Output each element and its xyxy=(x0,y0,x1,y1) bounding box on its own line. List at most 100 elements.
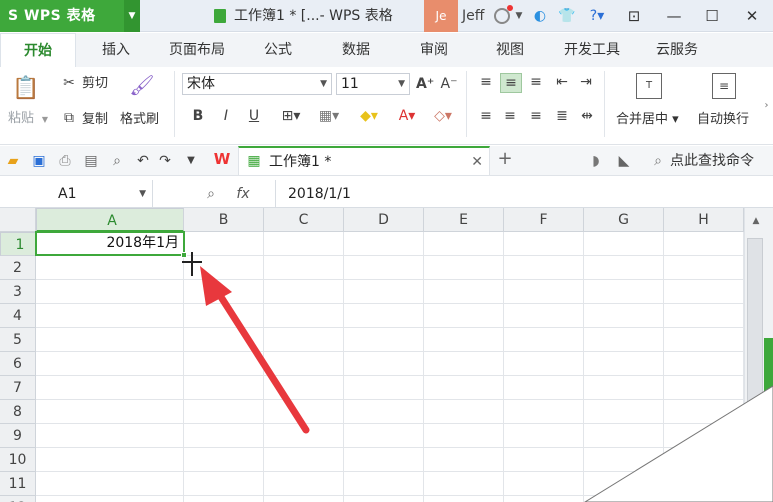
app-menu-button[interactable]: S WPS 表格 xyxy=(0,0,124,32)
format-painter-button[interactable]: 格式刷 xyxy=(120,112,159,128)
help-icon[interactable]: ?▾ xyxy=(584,0,610,32)
app-menu-dropdown-icon[interactable]: ▼ xyxy=(124,0,140,32)
fill-color-icon[interactable]: ◆▾ xyxy=(352,107,386,125)
align-right-icon[interactable]: ≡ xyxy=(526,107,546,125)
distributed-icon[interactable]: ⇹ xyxy=(576,107,598,125)
spreadsheet-grid[interactable]: ABCDEFGH1234567891011122018年1月 xyxy=(0,208,744,502)
align-middle-icon[interactable]: ≡ xyxy=(500,73,522,93)
column-header-g[interactable]: G xyxy=(584,208,664,232)
close-window-button[interactable]: ✕ xyxy=(734,0,770,32)
toolbar-dropdown-icon[interactable]: ▼ xyxy=(184,152,198,170)
font-color-icon[interactable]: A▾ xyxy=(390,107,424,125)
skin-shirt-icon[interactable]: 👕 xyxy=(556,0,578,32)
row-header-5[interactable]: 5 xyxy=(0,328,36,352)
insert-function-icon[interactable]: fx xyxy=(232,185,254,203)
align-bottom-icon[interactable]: ≡ xyxy=(526,73,546,91)
merge-center-button[interactable]: 合并居中 ▾ xyxy=(616,112,679,128)
column-header-c[interactable]: C xyxy=(264,208,344,232)
document-tab[interactable]: ▦ 工作簿1 * ✕ xyxy=(238,146,490,176)
column-header-b[interactable]: B xyxy=(184,208,264,232)
scroll-up-icon[interactable]: ▲ xyxy=(749,212,763,230)
column-header-f[interactable]: F xyxy=(504,208,584,232)
zoom-search-icon[interactable]: ⌕ xyxy=(202,185,220,203)
row-header-11[interactable]: 11 xyxy=(0,472,36,496)
tab-start[interactable]: 开始 xyxy=(0,33,76,68)
command-search[interactable]: 点此查找命令 xyxy=(670,153,754,169)
scroll-thumb[interactable] xyxy=(747,238,763,428)
row-header-6[interactable]: 6 xyxy=(0,352,36,376)
row-header-1[interactable]: 1 xyxy=(0,232,36,256)
row-header-2[interactable]: 2 xyxy=(0,256,36,280)
column-header-d[interactable]: D xyxy=(344,208,424,232)
italic-button[interactable]: I xyxy=(216,107,236,125)
paste-icon[interactable]: 📋 xyxy=(12,75,40,103)
increase-font-icon[interactable]: A⁺ xyxy=(416,75,434,93)
align-top-icon[interactable]: ≡ xyxy=(476,73,496,91)
save-icon[interactable]: ▣ xyxy=(30,152,48,170)
formula-input[interactable]: 2018/1/1 xyxy=(275,180,773,208)
row-header-12[interactable]: 12 xyxy=(0,496,36,502)
user-avatar[interactable]: Je xyxy=(424,0,458,32)
user-dropdown-icon[interactable]: ▼ xyxy=(514,0,524,32)
font-name-select[interactable]: 宋体 ▼ xyxy=(182,73,332,95)
tab-review[interactable]: 审阅 xyxy=(406,33,462,67)
redo-icon[interactable]: ↷ xyxy=(156,152,174,170)
close-tab-icon[interactable]: ✕ xyxy=(471,148,483,176)
row-header-8[interactable]: 8 xyxy=(0,400,36,424)
tab-formulas[interactable]: 公式 xyxy=(250,33,306,67)
cell-a1[interactable]: 2018年1月 xyxy=(35,231,185,256)
column-header-h[interactable]: H xyxy=(664,208,744,232)
print-icon[interactable]: ▤ xyxy=(82,152,100,170)
maximize-button[interactable]: ☐ xyxy=(694,0,730,32)
user-name[interactable]: Jeff xyxy=(462,0,484,32)
decrease-indent-icon[interactable]: ⇤ xyxy=(552,73,572,91)
underline-button[interactable]: U xyxy=(244,107,264,125)
align-center-icon[interactable]: ≡ xyxy=(500,107,520,125)
hide-ribbon-icon[interactable]: ◗ xyxy=(588,152,604,170)
paste-dropdown-icon[interactable]: ▼ xyxy=(40,111,50,129)
fill-handle[interactable] xyxy=(181,252,187,258)
increase-indent-icon[interactable]: ⇥ xyxy=(576,73,596,91)
wps-logo-icon: S xyxy=(8,8,24,24)
select-all-corner[interactable] xyxy=(0,208,36,232)
name-box[interactable]: A1 ▼ xyxy=(0,180,153,208)
cell-style-icon[interactable]: ▦▾ xyxy=(312,107,346,125)
open-folder-icon[interactable]: ▰ xyxy=(4,152,22,170)
align-left-icon[interactable]: ≡ xyxy=(476,107,496,125)
cloud-sync-icon[interactable]: ◐ xyxy=(530,0,550,32)
paste-button[interactable]: 粘贴 xyxy=(8,111,34,127)
undo-icon[interactable]: ↶ xyxy=(134,152,152,170)
tab-data[interactable]: 数据 xyxy=(328,33,384,67)
export-icon[interactable]: ⎙ xyxy=(56,152,74,170)
new-tab-icon[interactable]: + xyxy=(496,150,514,168)
window-title: 工作簿1 * [...- WPS 表格 xyxy=(234,8,393,24)
side-panel-tab[interactable] xyxy=(764,338,773,402)
minimize-button[interactable]: — xyxy=(656,0,692,32)
row-header-4[interactable]: 4 xyxy=(0,304,36,328)
tab-insert[interactable]: 插入 xyxy=(86,33,146,67)
print-preview-icon[interactable]: ⌕ xyxy=(108,152,126,170)
cut-button[interactable]: 剪切 xyxy=(82,76,108,92)
column-header-a[interactable]: A xyxy=(36,208,184,232)
wrap-text-button[interactable]: 自动换行 xyxy=(697,112,749,128)
column-header-e[interactable]: E xyxy=(424,208,504,232)
copy-button[interactable]: 复制 xyxy=(82,112,108,128)
row-header-7[interactable]: 7 xyxy=(0,376,36,400)
row-header-3[interactable]: 3 xyxy=(0,280,36,304)
tab-page-layout[interactable]: 页面布局 xyxy=(160,33,234,67)
restore-window-button[interactable]: ⊡ xyxy=(616,0,652,32)
decrease-font-icon[interactable]: A⁻ xyxy=(440,75,458,93)
row-header-10[interactable]: 10 xyxy=(0,448,36,472)
tab-developer[interactable]: 开发工具 xyxy=(552,33,632,67)
bold-button[interactable]: B xyxy=(188,107,208,125)
tab-view[interactable]: 视图 xyxy=(482,33,538,67)
justify-icon[interactable]: ≣ xyxy=(552,107,572,125)
wps-w-icon[interactable]: W xyxy=(210,150,234,168)
ribbon-expand-icon[interactable]: › xyxy=(760,97,773,115)
row-header-9[interactable]: 9 xyxy=(0,424,36,448)
tab-cloud-service[interactable]: 云服务 xyxy=(642,33,712,67)
font-size-select[interactable]: 11 ▼ xyxy=(336,73,410,95)
clear-format-icon[interactable]: ◇▾ xyxy=(428,107,458,125)
border-icon[interactable]: ⊞▾ xyxy=(276,107,306,125)
feedback-icon[interactable]: ◣ xyxy=(616,152,632,170)
